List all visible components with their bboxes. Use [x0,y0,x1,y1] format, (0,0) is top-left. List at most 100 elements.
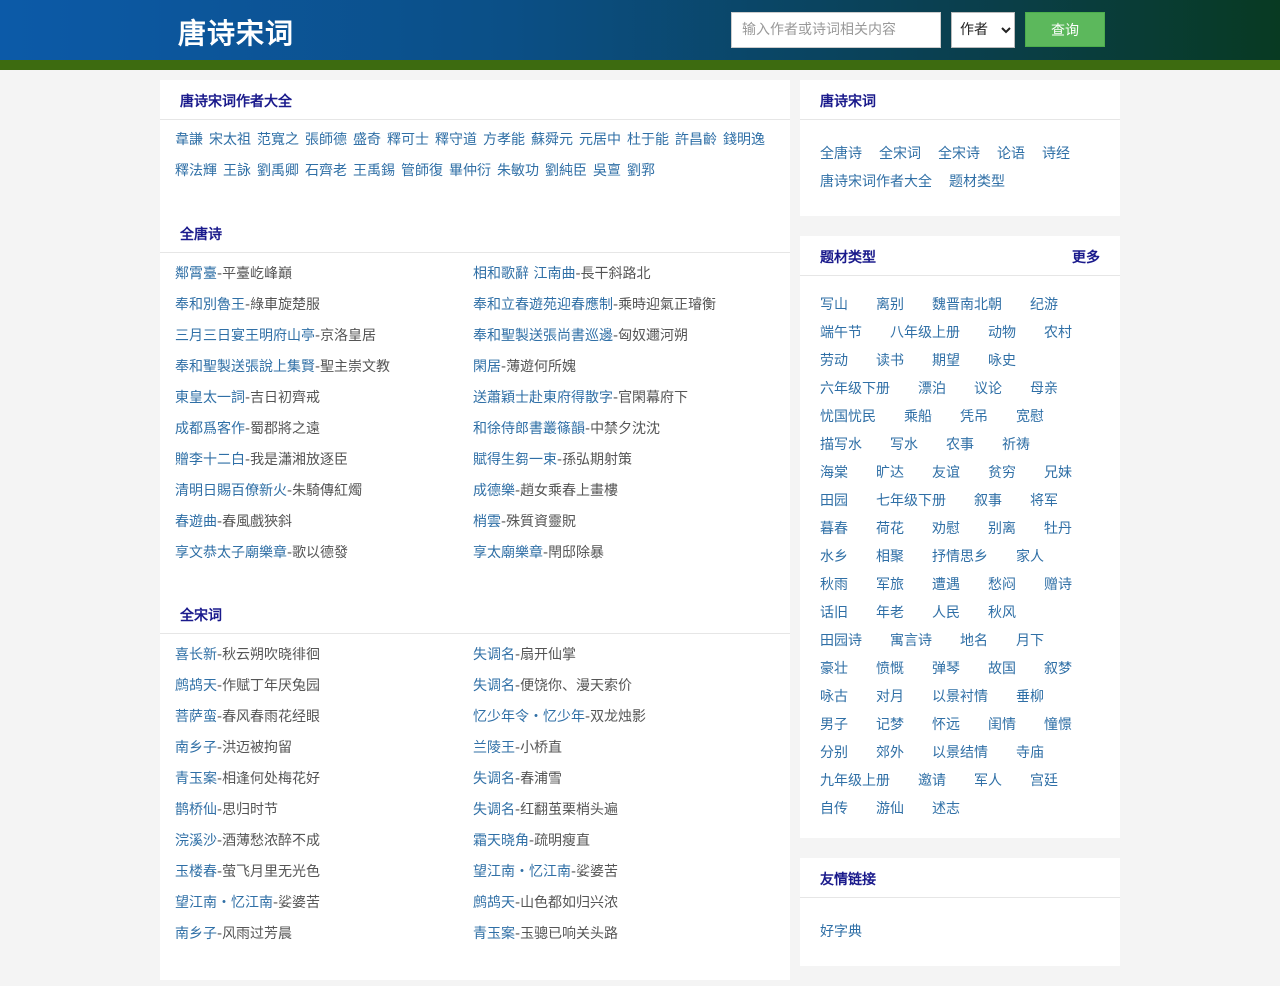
topic-link[interactable]: 叙梦 [1044,655,1072,683]
author-link[interactable]: 王詠 [223,157,251,188]
author-link[interactable]: 盛奇 [353,126,381,157]
sidebar-nav-link[interactable]: 全宋诗 [938,140,980,168]
poem-title-link[interactable]: 成德樂 [473,483,515,499]
topic-link[interactable]: 军旅 [876,571,904,599]
poem-title-link[interactable]: 喜长新 [175,647,217,663]
topic-link[interactable]: 期望 [932,347,960,375]
topic-link[interactable]: 动物 [988,319,1016,347]
poem-title-link[interactable]: 失调名 [473,771,515,787]
author-link[interactable]: 管師復 [401,157,443,188]
friend-link[interactable]: 好字典 [820,918,862,946]
topic-link[interactable]: 凭吊 [960,403,988,431]
poem-title-link[interactable]: 鄰霄臺 [175,266,217,282]
poem-title-link[interactable]: 霜天晓角 [473,833,529,849]
poem-title-link[interactable]: 奉和聖製送張尚書巡邊 [473,328,613,344]
topic-link[interactable]: 兄妹 [1044,459,1072,487]
author-link[interactable]: 方孝能 [483,126,525,157]
sidebar-nav-link[interactable]: 诗经 [1042,140,1070,168]
topic-link[interactable]: 母亲 [1030,375,1058,403]
author-link[interactable]: 釋可士 [387,126,429,157]
poem-title-link[interactable]: 贈李十二白 [175,452,245,468]
topic-link[interactable]: 别离 [988,515,1016,543]
poem-title-link[interactable]: 享太廟樂章 [473,545,543,561]
topic-link[interactable]: 读书 [876,347,904,375]
poem-title-link[interactable]: 鹧鸪天 [473,895,515,911]
topic-link[interactable]: 自传 [820,795,848,823]
poem-title-link[interactable]: 青玉案 [175,771,217,787]
topic-link[interactable]: 牡丹 [1044,515,1072,543]
author-link[interactable]: 范寬之 [257,126,299,157]
topic-link[interactable]: 漂泊 [918,375,946,403]
topic-link[interactable]: 离别 [876,291,904,319]
poem-title-link[interactable]: 奉和聖製送張說上集賢 [175,359,315,375]
topic-link[interactable]: 寺庙 [1016,739,1044,767]
topic-link[interactable]: 秋风 [988,599,1016,627]
topic-link[interactable]: 地名 [960,627,988,655]
search-button[interactable]: 查询 [1025,12,1105,47]
poem-title-link[interactable]: 浣溪沙 [175,833,217,849]
poem-title-link[interactable]: 梢雲 [473,514,501,530]
poem-title-link[interactable]: 望江南・忆江南 [175,895,273,911]
topic-link[interactable]: 相聚 [876,543,904,571]
topic-link[interactable]: 愤慨 [876,655,904,683]
poem-title-link[interactable]: 春遊曲 [175,514,217,530]
poem-title-link[interactable]: 相和歌辭 江南曲 [473,266,575,282]
poem-title-link[interactable]: 和徐侍郎書叢篠韻 [473,421,585,437]
poem-title-link[interactable]: 鹧鸪天 [175,678,217,694]
topic-link[interactable]: 分别 [820,739,848,767]
topic-link[interactable]: 故国 [988,655,1016,683]
topic-link[interactable]: 垂柳 [1016,683,1044,711]
topics-more-link[interactable]: 更多 [1072,236,1100,280]
poem-title-link[interactable]: 享文恭太子廟樂章 [175,545,287,561]
topic-link[interactable]: 愁闷 [988,571,1016,599]
topic-link[interactable]: 豪壮 [820,655,848,683]
author-link[interactable]: 張師德 [305,126,347,157]
topic-link[interactable]: 游仙 [876,795,904,823]
topic-link[interactable]: 田园诗 [820,627,862,655]
topic-link[interactable]: 以景衬情 [932,683,988,711]
topic-link[interactable]: 八年级上册 [890,319,960,347]
topic-link[interactable]: 遭遇 [932,571,960,599]
poem-title-link[interactable]: 失调名 [473,678,515,694]
topic-link[interactable]: 描写水 [820,431,862,459]
topic-link[interactable]: 怀远 [932,711,960,739]
topic-link[interactable]: 咏古 [820,683,848,711]
poem-title-link[interactable]: 送蕭穎士赴東府得散字 [473,390,613,406]
poem-title-link[interactable]: 東皇太一詞 [175,390,245,406]
topic-link[interactable]: 海棠 [820,459,848,487]
topic-link[interactable]: 男子 [820,711,848,739]
topic-link[interactable]: 话旧 [820,599,848,627]
topic-link[interactable]: 乘船 [904,403,932,431]
poem-title-link[interactable]: 南乡子 [175,740,217,756]
author-link[interactable]: 畢仲衍 [449,157,491,188]
author-link[interactable]: 元居中 [579,126,621,157]
topic-link[interactable]: 九年级上册 [820,767,890,795]
author-link[interactable]: 王禹錫 [353,157,395,188]
topic-link[interactable]: 写山 [820,291,848,319]
topic-link[interactable]: 月下 [1016,627,1044,655]
topic-link[interactable]: 农事 [946,431,974,459]
topic-link[interactable]: 纪游 [1030,291,1058,319]
author-link[interactable]: 朱敏功 [497,157,539,188]
author-link[interactable]: 韋謙 [175,126,203,157]
poem-title-link[interactable]: 失调名 [473,647,515,663]
poem-title-link[interactable]: 失调名 [473,802,515,818]
topic-link[interactable]: 忧国忧民 [820,403,876,431]
topic-link[interactable]: 寓言诗 [890,627,932,655]
poem-title-link[interactable]: 忆少年令・忆少年 [473,709,585,725]
sidebar-nav-link[interactable]: 全宋词 [879,140,921,168]
topic-link[interactable]: 宫廷 [1030,767,1058,795]
topic-link[interactable]: 将军 [1030,487,1058,515]
poem-title-link[interactable]: 閑居 [473,359,501,375]
poem-title-link[interactable]: 三月三日宴王明府山亭 [175,328,315,344]
topic-link[interactable]: 赠诗 [1044,571,1072,599]
topic-link[interactable]: 述志 [932,795,960,823]
topic-link[interactable]: 端午节 [820,319,862,347]
topic-link[interactable]: 农村 [1044,319,1072,347]
topic-link[interactable]: 年老 [876,599,904,627]
poem-title-link[interactable]: 望江南・忆江南 [473,864,571,880]
sidebar-nav-link[interactable]: 唐诗宋词作者大全 [820,168,932,196]
search-input[interactable] [731,12,941,48]
poem-title-link[interactable]: 玉楼春 [175,864,217,880]
poem-title-link[interactable]: 菩萨蛮 [175,709,217,725]
